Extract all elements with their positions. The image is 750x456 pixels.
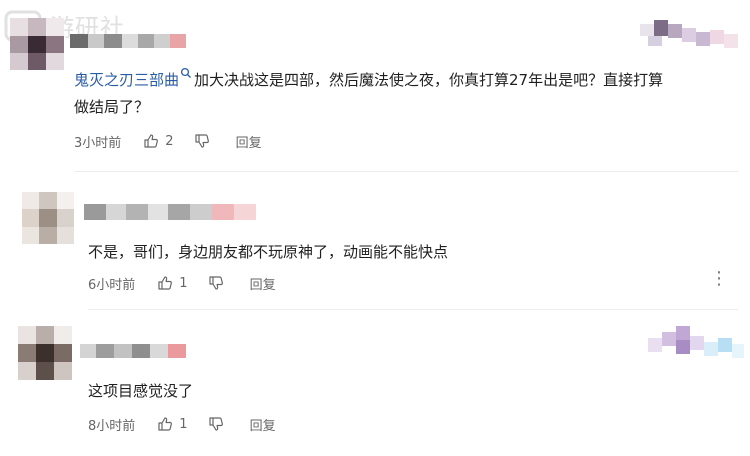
avatar[interactable] [18,326,72,380]
comment-text-continued: 做结局了？ [74,98,150,116]
like-button[interactable]: 2 [143,133,174,149]
reply-button[interactable]: 回复 [250,274,276,293]
username[interactable] [84,204,256,220]
timestamp: 3小时前 [74,135,122,151]
avatar[interactable] [10,18,64,70]
thumbs-down-icon [194,134,209,148]
dislike-button[interactable] [194,133,216,149]
search-icon [180,67,191,78]
dislike-button[interactable] [208,416,230,432]
comment-meta: 3小时前 2 回复 [74,131,282,151]
username[interactable] [80,344,186,358]
thumbs-up-icon [158,276,173,290]
thumbs-down-icon [208,276,223,290]
thumbs-down-icon [208,417,223,431]
user-badge [640,20,740,50]
username[interactable] [70,34,186,48]
thumbs-up-icon [158,417,173,431]
timestamp: 8小时前 [88,418,136,434]
comment-text: 这项目感觉没了 [88,382,194,400]
comment-meta: 8小时前 1 回复 [88,414,296,434]
avatar[interactable] [22,192,74,244]
mention-link[interactable]: 鬼灭之刃三部曲 [74,71,179,89]
divider [88,309,738,310]
like-button[interactable]: 1 [157,416,188,432]
divider [74,171,738,172]
like-button[interactable]: 1 [157,275,188,291]
comment-text: 不是，哥们，身边朋友都不玩原神了，动画能不能快点 [88,243,449,261]
thumbs-up-icon [144,134,159,148]
reply-button[interactable]: 回复 [236,132,262,151]
timestamp: 6小时前 [88,277,136,293]
user-badge [644,326,744,362]
comment-body: 鬼灭之刃三部曲 加大决战这是四部，然后魔法使之夜，你真打算27年出是吧？直接打算 … [74,67,750,121]
like-count: 1 [179,275,188,291]
more-options-icon[interactable]: ⋮ [710,268,728,289]
like-count: 2 [165,133,174,149]
comment-text: 加大决战这是四部，然后魔法使之夜，你真打算27年出是吧？直接打算 [194,71,664,89]
like-count: 1 [179,416,188,432]
dislike-button[interactable] [208,275,230,291]
comment-meta: 6小时前 1 回复 [88,273,296,293]
reply-button[interactable]: 回复 [250,415,276,434]
